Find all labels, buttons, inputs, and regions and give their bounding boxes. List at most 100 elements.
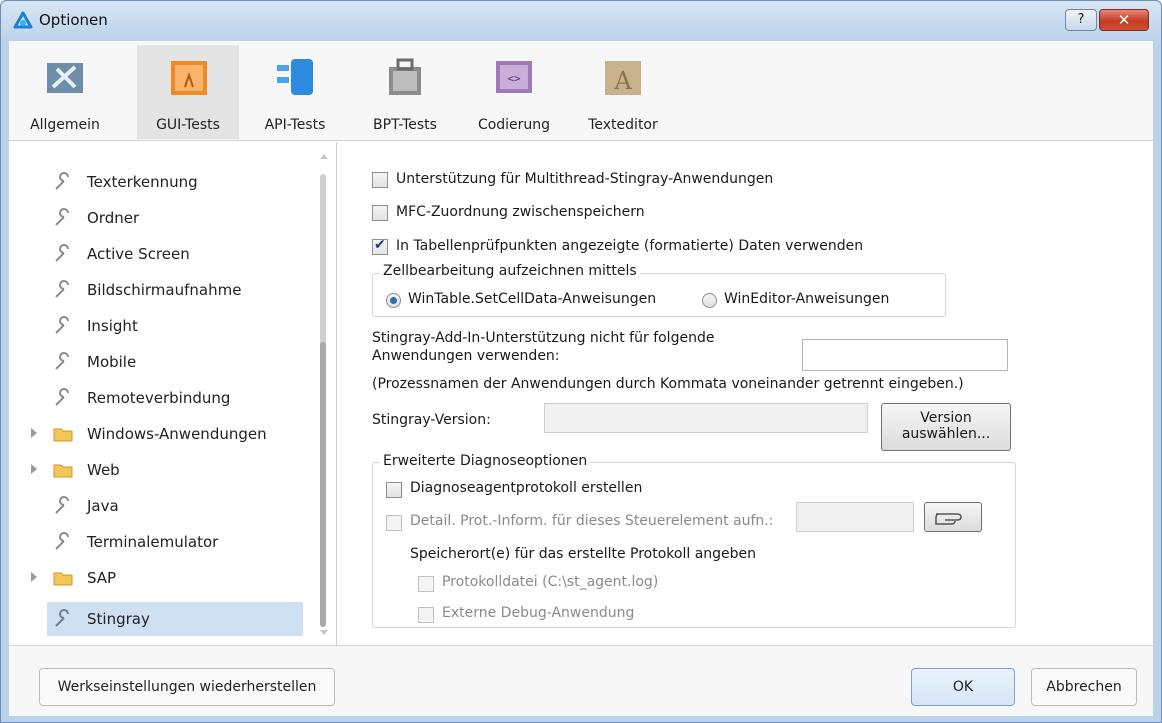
app-logo-icon [13,11,33,29]
mfc-cache-label: MFC-Zuordnung zwischenspeichern [396,204,645,220]
nav-item-label: Windows-Anwendungen [87,425,267,443]
tab-api-tests-label: API-Tests [264,117,326,133]
text-editor-icon: A [605,61,641,95]
nav-item-label: Insight [87,317,138,335]
nav-item-mobile[interactable]: Mobile [9,346,309,378]
nav-item-active-screen[interactable]: Active Screen [9,238,309,270]
radio-wintable[interactable] [386,293,401,308]
tab-gui-tests[interactable]: GUI-Tests [137,45,239,139]
diag-agent-checkbox[interactable] [386,482,402,498]
wrench-icon [55,352,69,370]
multithread-label: Unterstützung für Multithread-Stingray-A… [396,171,774,187]
options-dialog: Optionen ? ✕ Allgemein GUI-Tests API-Tes… [0,0,1162,723]
nav-item-java[interactable]: Java [9,490,309,522]
tab-codierung-label: Codierung [477,117,551,133]
dialog-body: Allgemein GUI-Tests API-Tests BPT-Tests … [9,41,1153,716]
multithread-checkbox[interactable] [372,172,388,188]
svg-text:<>: <> [507,72,521,85]
category-toolbar: Allgemein GUI-Tests API-Tests BPT-Tests … [9,41,1153,141]
wrench-icon [55,208,69,226]
logfile-checkbox[interactable] [418,576,434,592]
nav-item-label: Remoteverbindung [87,389,231,407]
window-title: Optionen [39,11,108,29]
formatted-data-checkbox[interactable] [372,237,388,255]
wrench-icon [55,316,69,334]
nav-item-ordner[interactable]: Ordner [9,202,309,234]
radio-wineditor[interactable] [702,293,717,308]
version-label: Stingray-Version: [372,412,491,428]
nav-item-stingray[interactable]: Stingray [47,602,303,636]
expand-arrow-icon[interactable] [31,428,37,438]
nav-item-web[interactable]: Web [9,454,309,486]
select-version-button[interactable]: Version auswählen... [881,403,1011,451]
wrench-icon [55,532,69,550]
tree-scrollbar[interactable] [315,142,333,642]
expand-arrow-icon[interactable] [31,572,37,582]
coding-icon: <> [496,61,532,93]
exclude-apps-hint: (Prozessnamen der Anwendungen durch Komm… [372,376,964,392]
radio-wineditor-label: WinEditor-Anweisungen [724,291,890,307]
title-bar[interactable]: Optionen ? ✕ [1,1,1161,41]
bpt-tests-icon [389,58,421,95]
detail-log-checkbox[interactable] [386,515,402,531]
version-input[interactable] [544,403,868,433]
help-button[interactable]: ? [1065,9,1097,31]
scrollbar-thumb[interactable] [320,342,326,627]
ok-button[interactable]: OK [911,668,1015,706]
wrench-icon [55,172,69,190]
tab-bpt-tests-label: BPT-Tests [373,117,437,133]
folder-icon [53,428,73,442]
tab-texteditor[interactable]: A Texteditor [575,45,671,139]
detail-log-label: Detail. Prot.-Inform. für dieses Steuere… [410,513,774,529]
nav-item-insight[interactable]: Insight [9,310,309,342]
exclude-apps-label-line1: Stingray-Add-In-Unterstützung nicht für … [372,330,715,346]
main-area: Texterkennung Ordner Active Screen Bilds… [9,142,1153,659]
detail-log-input[interactable] [796,502,914,532]
nav-item-label: Terminalemulator [87,533,219,551]
folder-icon [53,572,73,586]
wrench-icon [55,280,69,298]
nav-item-label: Ordner [87,209,140,227]
tab-codierung[interactable]: <> Codierung [465,45,563,139]
restore-defaults-button[interactable]: Werkseinstellungen wiederherstellen [39,668,335,706]
wrench-icon [55,388,69,406]
nav-item-label: Java [87,497,119,515]
nav-item-bildschirmaufnahme[interactable]: Bildschirmaufnahme [9,274,309,306]
scroll-up-icon[interactable] [320,154,328,159]
exclude-apps-label-line2: Anwendungen verwenden: [372,348,560,364]
close-button[interactable]: ✕ [1099,9,1149,31]
tab-gui-tests-label: GUI-Tests [156,117,220,133]
nav-item-sap[interactable]: SAP [9,562,309,594]
expand-arrow-icon[interactable] [31,464,37,474]
nav-item-texterkennung[interactable]: Texterkennung [9,166,309,198]
nav-item-windows-anwendungen[interactable]: Windows-Anwendungen [9,418,309,450]
log-location-label: Speicherort(e) für das erstellte Protoko… [410,546,757,562]
nav-item-label: Bildschirmaufnahme [87,281,242,299]
logfile-label: Protokolldatei (C:\st_agent.log) [442,574,659,590]
select-version-button-line1: Version [920,410,972,426]
nav-item-terminalemulator[interactable]: Terminalemulator [9,526,309,558]
debugger-label: Externe Debug-Anwendung [442,605,635,621]
general-tools-icon [47,63,83,93]
tab-allgemein-label: Allgemein [30,117,100,133]
scroll-down-icon[interactable] [320,630,328,635]
nav-item-remoteverbindung[interactable]: Remoteverbindung [9,382,309,414]
dialog-footer: Werkseinstellungen wiederherstellen OK A… [9,645,1153,716]
svg-text:A: A [613,67,632,95]
nav-item-label: Web [87,461,120,479]
nav-item-label: Stingray [87,610,150,628]
debugger-checkbox[interactable] [418,607,434,623]
tab-allgemein[interactable]: Allgemein [15,45,115,139]
pointer-button[interactable] [924,502,982,532]
folder-icon [53,464,73,478]
cell-edit-group-title: Zellbearbeitung aufzeichnen mittels [380,263,640,279]
tab-bpt-tests[interactable]: BPT-Tests [355,45,455,139]
gui-tests-icon [171,61,207,95]
mfc-cache-checkbox[interactable] [372,205,388,221]
nav-item-label: SAP [87,569,117,587]
exclude-apps-input[interactable] [802,339,1008,371]
cancel-button[interactable]: Abbrechen [1031,668,1137,706]
formatted-data-label: In Tabellenprüfpunkten angezeigte (forma… [396,238,864,254]
nav-item-label: Mobile [87,353,137,371]
tab-api-tests[interactable]: API-Tests [247,45,343,139]
